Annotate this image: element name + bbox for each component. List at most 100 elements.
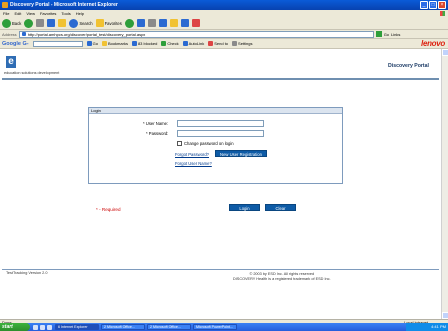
password-input[interactable] [177,130,264,137]
edit-icon[interactable] [180,19,189,27]
history-icon[interactable] [136,19,145,27]
mail-icon[interactable] [147,19,156,27]
media-icon[interactable] [124,18,134,28]
page-content: e education solutions development Discov… [0,49,441,319]
login-section-header: Login [89,108,342,114]
check-label: Check [167,41,179,46]
settings-button[interactable]: Settings [232,41,252,46]
window-controls: _ □ × [420,1,446,9]
links-label[interactable]: Links [391,32,400,37]
portal-header: e education solutions development Discov… [2,53,439,80]
bookmarks-button[interactable]: Bookmarks [101,41,128,46]
change-password-label: Change password on login [184,141,234,146]
system-tray-clock: 4:41 PM [406,323,448,331]
search-icon [69,18,79,28]
popup-blocker-button[interactable]: 83 blocked [131,41,157,46]
start-button[interactable]: start [0,323,30,331]
minimize-button[interactable]: _ [420,1,428,9]
sendto-icon [208,41,214,46]
go-search-icon [86,41,92,46]
folder-icon[interactable] [169,19,178,27]
menu-tools[interactable]: Tools [61,11,70,16]
back-button[interactable]: Back [2,18,22,28]
menu-edit[interactable]: Edit [14,11,21,16]
search-button[interactable]: Search [69,18,93,28]
google-go-button[interactable]: Go [86,41,98,46]
standard-toolbar: Back Search Favorites [0,17,448,30]
clear-button[interactable]: Clear [265,204,296,211]
bookmarks-label: Bookmarks [107,41,128,46]
menu-view[interactable]: View [26,11,35,16]
page-icon [21,32,26,36]
login-panel: Login * User Name: * Password: Change pa… [88,107,343,184]
address-label: Address [2,31,17,37]
taskbar-button-ie[interactable]: 6 Internet Explorer [55,324,99,330]
esd-logo: e [6,56,16,68]
login-button[interactable]: Login [229,204,260,211]
taskbar: start 6 Internet Explorer 2 Microsoft Of… [0,323,448,331]
star-icon [95,19,104,27]
popup-blocker-icon [131,41,137,46]
google-go-label: Go [92,41,98,46]
google-search-input[interactable] [32,40,83,47]
close-button[interactable]: × [438,1,446,9]
print-icon[interactable] [158,19,167,27]
window-title: Discovery Portal - Microsoft Internet Ex… [10,2,118,8]
forgot-username-link[interactable]: Forgot User Name? [175,161,212,166]
windows-logo-icon [440,11,445,16]
vertical-scrollbar[interactable] [441,49,448,319]
sendto-button[interactable]: Send to [208,41,228,46]
google-logo[interactable]: Google G- [2,41,29,47]
window-title-bar[interactable]: Discovery Portal - Microsoft Internet Ex… [0,0,448,10]
required-note: * - Required [96,207,121,212]
footer-divider [2,269,439,270]
go-label[interactable]: Go [384,32,389,37]
favorites-label: Favorites [104,20,122,26]
quick-launch [33,324,52,330]
change-password-checkbox[interactable] [177,141,182,146]
go-icon[interactable] [375,31,382,37]
taskbar-button-office-1[interactable]: 2 Microsoft Office... [101,324,145,330]
home-icon[interactable] [58,19,67,27]
menu-bar: File Edit View Favorites Tools Help [0,10,448,17]
forward-arrow-icon[interactable] [24,18,34,28]
ie-quicklaunch-icon[interactable] [33,324,38,330]
gear-icon [232,41,238,46]
scroll-down-button[interactable] [442,312,448,319]
maximize-button[interactable]: □ [429,1,437,9]
menu-help[interactable]: Help [76,11,84,16]
settings-label: Settings [238,41,253,46]
menu-file[interactable]: File [3,11,9,16]
logo-caption: education solutions development [4,71,60,75]
address-bar: Address http://portal.amhpcs.org/discove… [0,30,448,39]
check-button[interactable]: Check [161,41,179,46]
username-input[interactable] [177,120,264,127]
username-label: * User Name: [143,121,169,126]
page-title: Discovery Portal [388,63,429,69]
new-user-registration-button[interactable]: New User Registration [215,150,267,157]
copyright: © 2003 by ESD Inc. All rights reserved D… [233,272,331,282]
search-label: Search [79,20,93,26]
bookmark-star-icon [101,41,107,46]
spellcheck-icon [161,41,167,46]
refresh-icon[interactable] [47,19,56,27]
favorites-button[interactable]: Favorites [95,19,122,27]
back-label: Back [12,20,22,26]
back-arrow-icon [2,18,11,28]
autolink-button[interactable]: AutoLink [182,41,205,46]
autolink-icon [182,41,188,46]
messenger-icon[interactable] [191,19,200,27]
desktop-quicklaunch-icon[interactable] [40,324,45,330]
address-input[interactable]: http://portal.amhpcs.org/discover/portal… [18,30,374,38]
scroll-up-button[interactable] [442,49,448,56]
autolink-label: AutoLink [188,41,205,46]
address-url: http://portal.amhpcs.org/discover/portal… [27,31,146,37]
taskbar-button-office-2[interactable]: 2 Microsoft Office... [147,324,191,330]
outlook-quicklaunch-icon[interactable] [47,324,52,330]
menu-favorites[interactable]: Favorites [40,11,56,16]
forgot-password-link[interactable]: Forgot Password? [175,152,209,157]
stop-icon[interactable] [36,19,45,27]
password-label: * Password: [146,131,169,136]
copyright-line-2: DISCOVERY Health is a registered tradema… [233,277,331,281]
taskbar-button-powerpoint[interactable]: Microsoft PowerPoint... [193,324,237,330]
